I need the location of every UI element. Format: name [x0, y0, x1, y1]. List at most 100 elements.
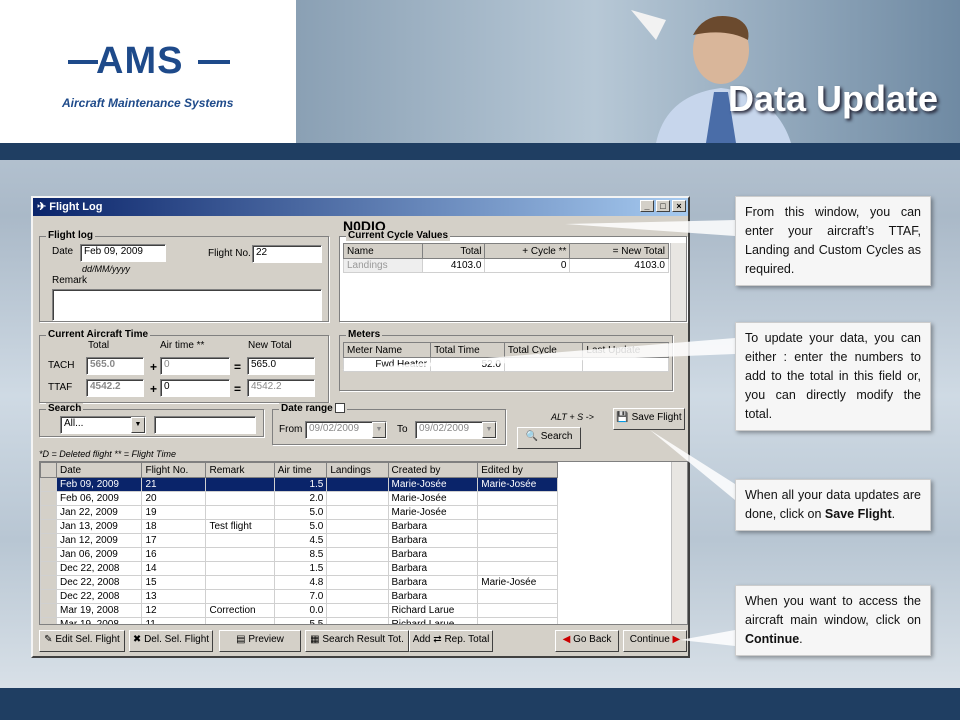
- table-row[interactable]: Dec 22, 2008 14 1.5 Barbara: [40, 561, 558, 576]
- equals-sign: =: [234, 382, 242, 396]
- cell-date: Jan 06, 2009: [55, 547, 143, 562]
- search-filter-select[interactable]: All... ▼: [60, 416, 146, 434]
- table-row[interactable]: Feb 06, 2009 20 2.0 Marie-Josée: [40, 491, 558, 506]
- meter-col-time[interactable]: Total Time: [430, 342, 505, 358]
- cycle-col-name[interactable]: Name: [342, 243, 424, 259]
- aircraft-time-legend: Current Aircraft Time: [46, 329, 151, 340]
- date-field[interactable]: Feb 09, 2009: [80, 244, 166, 262]
- cell-remark: [205, 505, 275, 520]
- ttaf-newtotal-field[interactable]: 4542.2: [247, 379, 315, 397]
- page-title: Data Update: [727, 78, 938, 119]
- search-input[interactable]: [154, 416, 256, 434]
- table-row[interactable]: Jan 13, 2009 18 Test flight 5.0 Barbara: [40, 519, 558, 534]
- edit-selected-flight-button[interactable]: ✎ Edit Sel. Flight: [39, 630, 125, 652]
- row-header-cell[interactable]: [40, 575, 57, 590]
- col-header-date[interactable]: Date: [55, 462, 143, 478]
- meter-col-cycle[interactable]: Total Cycle: [503, 342, 584, 358]
- cycle-total-cell[interactable]: 4103.0: [422, 258, 486, 273]
- row-header-cell[interactable]: [40, 491, 57, 506]
- table-row[interactable]: Jan 22, 2009 19 5.0 Marie-Josée: [40, 505, 558, 520]
- flights-scrollbar[interactable]: [671, 462, 687, 624]
- flight-no-field[interactable]: 22: [252, 245, 322, 263]
- table-row[interactable]: Feb 09, 2009 21 1.5 Marie-Josée Marie-Josée: [40, 477, 558, 492]
- col-header-air-time[interactable]: Air time: [273, 462, 328, 478]
- ttaf-airtime-field[interactable]: 0: [160, 379, 230, 397]
- col-newtotal-label: New Total: [248, 340, 292, 351]
- tach-airtime-field[interactable]: 0: [160, 357, 230, 375]
- cell-air-time: 5.0: [273, 505, 328, 520]
- row-header-cell[interactable]: [40, 589, 57, 604]
- cell-created-by: Barbara: [387, 547, 479, 562]
- logo: AMS: [96, 40, 184, 82]
- row-header-cell[interactable]: [40, 617, 57, 624]
- cell-remark: Correction: [205, 603, 275, 618]
- go-back-button[interactable]: ◀ Go Back: [555, 630, 619, 652]
- plus-sign: +: [150, 382, 158, 396]
- row-header-cell[interactable]: [40, 519, 57, 534]
- cell-created-by: Richard Larue: [387, 617, 479, 624]
- header-logo-area: AMS Aircraft Maintenance Systems: [0, 0, 296, 143]
- to-date-field[interactable]: 09/02/2009 ▼: [415, 421, 497, 439]
- table-row[interactable]: Mar 19, 2008 11 5.5 Richard Larue: [40, 617, 558, 624]
- ttaf-label: TTAF: [48, 382, 73, 393]
- row-header-cell[interactable]: [40, 505, 57, 520]
- save-flight-button[interactable]: 💾 Save Flight: [613, 408, 685, 430]
- ttaf-total-field: 4542.2: [86, 379, 144, 397]
- cell-flight-no: 16: [141, 547, 207, 562]
- cycle-row[interactable]: Landings 4103.0 0 4103.0: [342, 258, 669, 273]
- footer-bar: [0, 688, 960, 720]
- cell-date: Dec 22, 2008: [55, 589, 143, 604]
- col-header-landings[interactable]: Landings: [326, 462, 389, 478]
- cell-flight-no: 13: [141, 589, 207, 604]
- cycle-col-newtotal[interactable]: = New Total: [569, 243, 669, 259]
- cycle-add-cell[interactable]: 0: [484, 258, 571, 273]
- close-button[interactable]: ×: [672, 200, 686, 212]
- row-header-cell[interactable]: [40, 561, 57, 576]
- table-row[interactable]: Jan 12, 2009 17 4.5 Barbara: [40, 533, 558, 548]
- table-row[interactable]: Mar 19, 2008 12 Correction 0.0 Richard Larue: [40, 603, 558, 618]
- logo-subtitle: Aircraft Maintenance Systems: [62, 96, 234, 110]
- search-button[interactable]: 🔍 Search: [517, 427, 581, 449]
- table-row[interactable]: Dec 22, 2008 15 4.8 Barbara Marie-Josée: [40, 575, 558, 590]
- row-header-cell[interactable]: [40, 477, 57, 492]
- row-header-cell[interactable]: [40, 603, 57, 618]
- col-header-remark[interactable]: Remark: [205, 462, 275, 478]
- add-rep-total-button[interactable]: Add ⇄ Rep. Total: [409, 630, 493, 652]
- chevron-down-icon[interactable]: ▼: [372, 422, 386, 438]
- meter-time-cell[interactable]: 52.0: [430, 357, 505, 372]
- col-header-created-by[interactable]: Created by: [387, 462, 479, 478]
- tach-total-field: 565.0: [86, 357, 144, 375]
- date-range-checkbox[interactable]: [335, 403, 346, 414]
- table-row[interactable]: Dec 22, 2008 13 7.0 Barbara: [40, 589, 558, 604]
- search-result-total-button[interactable]: ▦ Search Result Tot.: [305, 630, 409, 652]
- col-header-flight-no[interactable]: Flight No.: [141, 462, 207, 478]
- cycle-newtotal-cell[interactable]: 4103.0: [569, 258, 669, 273]
- legend-note: *D = Deleted flight ** = Flight Time: [39, 449, 176, 459]
- cycle-col-cycle[interactable]: + Cycle **: [484, 243, 571, 259]
- date-range-legend: Date range: [279, 403, 348, 414]
- window-titlebar[interactable]: ✈ Flight Log _ □ ×: [33, 198, 688, 216]
- chevron-down-icon[interactable]: ▼: [482, 422, 496, 438]
- table-row[interactable]: Jan 06, 2009 16 8.5 Barbara: [40, 547, 558, 562]
- remark-field[interactable]: [52, 289, 322, 321]
- flight-log-group: Flight log Date Feb 09, 2009 dd/MM/yyyy …: [39, 230, 329, 322]
- cell-remark: [205, 477, 275, 492]
- meter-row[interactable]: Fwd Heater 52.0: [342, 357, 669, 372]
- tach-newtotal-field[interactable]: 565.0: [247, 357, 315, 375]
- preview-button[interactable]: ▤ Preview: [219, 630, 301, 652]
- meter-cycle-cell[interactable]: [503, 357, 584, 372]
- maximize-button[interactable]: □: [656, 200, 670, 212]
- from-date-field[interactable]: 09/02/2009 ▼: [305, 421, 387, 439]
- cycle-scrollbar[interactable]: [670, 243, 686, 321]
- cycle-col-total[interactable]: Total: [422, 243, 486, 259]
- meter-col-update[interactable]: Last Update: [582, 342, 669, 358]
- chevron-down-icon[interactable]: ▼: [131, 417, 145, 433]
- delete-selected-flight-button[interactable]: ✖ Del. Sel. Flight: [129, 630, 213, 652]
- meter-col-name[interactable]: Meter Name: [342, 342, 432, 358]
- continue-button[interactable]: Continue ▶: [623, 630, 687, 652]
- search-legend: Search: [46, 403, 84, 414]
- col-header-edited-by[interactable]: Edited by: [477, 462, 558, 478]
- row-header-cell[interactable]: [40, 547, 57, 562]
- row-header-cell[interactable]: [40, 533, 57, 548]
- minimize-button[interactable]: _: [640, 200, 654, 212]
